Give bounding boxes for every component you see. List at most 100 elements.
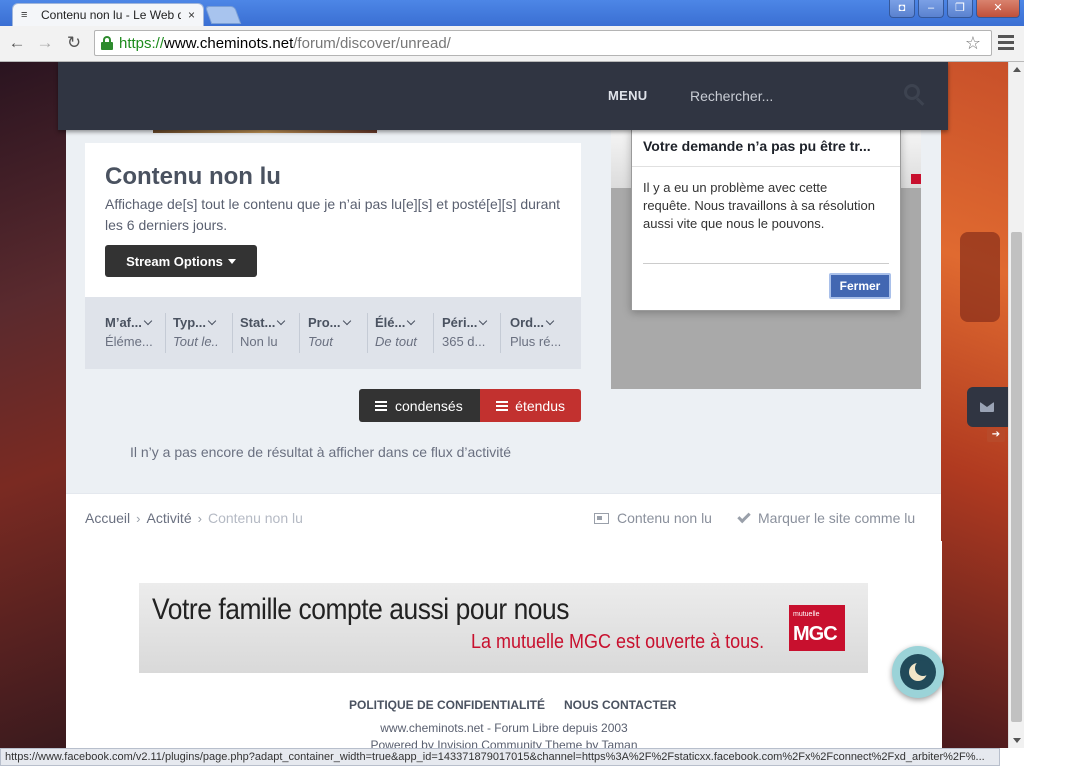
chevron-down-icon — [342, 316, 351, 326]
empty-state-message: Il n’y a pas encore de résultat à affich… — [130, 444, 512, 460]
chevron-right-icon: › — [197, 510, 202, 526]
search-icon[interactable] — [904, 84, 926, 106]
filter-provenance[interactable]: Pro... Tout — [308, 315, 351, 353]
scroll-down-icon[interactable] — [1013, 738, 1021, 743]
browser-menu-icon[interactable] — [998, 35, 1014, 51]
filter-value: Non lu — [240, 334, 278, 349]
chevron-down-icon — [479, 316, 488, 326]
filter-divider — [367, 313, 368, 353]
mark-site-read-link[interactable]: Marquer le site comme lu — [737, 509, 916, 526]
dialog-message: Il y a eu un problème avec cette requête… — [643, 180, 875, 231]
condensed-label: condensés — [395, 397, 463, 414]
url-path: /forum/discover/unread/ — [293, 34, 451, 52]
dialog-divider — [632, 166, 900, 167]
list-icon — [375, 400, 387, 411]
filter-value: De tout — [375, 334, 417, 349]
header-banner-edge — [153, 130, 377, 133]
browser-toolbar: ← → ↻ https://www.cheminots.net/forum/di… — [0, 26, 1024, 62]
chevron-down-icon — [143, 316, 153, 326]
filter-divider — [299, 313, 300, 353]
tab-close-icon[interactable]: × — [188, 8, 195, 22]
minimize-button[interactable]: – — [918, 0, 944, 18]
filter-value: Éléme... — [105, 334, 153, 349]
chevron-down-icon — [545, 316, 555, 326]
forward-arrow-icon[interactable]: → — [34, 32, 56, 54]
filter-mafficher[interactable]: M’af... Éléme... — [105, 315, 153, 353]
filter-value: Tout — [308, 334, 333, 349]
widget-image-right — [901, 130, 921, 188]
filter-elements[interactable]: Élé... De tout — [375, 315, 417, 353]
chevron-down-icon — [277, 316, 286, 326]
breadcrumb: Accueil › Activité › Contenu non lu — [85, 510, 303, 526]
filter-value: Tout le.. — [173, 334, 219, 349]
filter-bar: M’af... Éléme... Typ... Tout le.. Stat..… — [85, 297, 581, 369]
footer-links: POLITIQUE DE CONFIDENTIALITÉ NOUS CONTAC… — [349, 698, 676, 712]
bookmark-star-icon[interactable]: ☆ — [965, 33, 981, 54]
footer: Votre famille compte aussi pour nous La … — [66, 541, 942, 748]
filter-type[interactable]: Typ... Tout le.. — [173, 315, 219, 353]
newspaper-icon — [594, 512, 609, 524]
address-bar[interactable]: https://www.cheminots.net/forum/discover… — [94, 30, 992, 56]
unread-content-label: Contenu non lu — [617, 510, 712, 526]
new-tab-button[interactable] — [204, 6, 242, 24]
filter-divider — [500, 313, 501, 353]
blank-margin — [1024, 0, 1080, 768]
stream-options-button[interactable]: Stream Options — [105, 245, 257, 277]
envelope-icon — [980, 402, 994, 412]
filter-divider — [433, 313, 434, 353]
advertisement-banner[interactable]: Votre famille compte aussi pour nous La … — [139, 583, 868, 673]
close-window-button[interactable]: ✕ — [976, 0, 1020, 18]
site-navbar: MENU Rechercher... — [58, 62, 948, 130]
filter-periode[interactable]: Péri... 365 d... — [442, 315, 488, 353]
dark-mode-toggle[interactable] — [892, 646, 944, 698]
background-decoration — [960, 232, 1000, 322]
unread-content-card: Contenu non lu Affichage de[s] tout le c… — [85, 143, 581, 369]
ad-headline: Votre famille compte aussi pour nous — [152, 593, 570, 626]
error-dialog: Votre demande n’a pas pu être tr... Il y… — [631, 127, 901, 311]
ad-subline: La mutuelle MGC est ouverte à tous. — [471, 631, 765, 653]
page-scrollbar[interactable] — [1008, 62, 1024, 748]
widget-image-left — [611, 130, 631, 188]
site-favicon-icon: ≡ — [21, 9, 28, 21]
breadcrumb-current: Contenu non lu — [207, 510, 303, 526]
browser-tab[interactable]: ≡ Contenu non lu - Le Web des × — [12, 3, 204, 26]
back-arrow-icon[interactable]: ← — [6, 32, 28, 54]
search-input[interactable]: Rechercher... — [690, 88, 773, 104]
messages-tab[interactable] — [967, 387, 1008, 427]
filter-divider — [232, 313, 233, 353]
tab-title: Contenu non lu - Le Web des — [41, 8, 181, 22]
check-icon — [737, 509, 751, 524]
page-viewport: Contenu non lu Affichage de[s] tout le c… — [0, 62, 1008, 748]
dialog-close-button[interactable]: Fermer — [829, 273, 891, 299]
expanded-view-button[interactable]: étendus — [480, 389, 581, 422]
chevron-down-icon — [207, 316, 217, 326]
restore-button[interactable]: ❐ — [947, 0, 973, 18]
reload-icon[interactable]: ↻ — [63, 32, 85, 54]
contact-link[interactable]: NOUS CONTACTER — [564, 698, 676, 712]
mark-read-label: Marquer le site comme lu — [758, 510, 916, 526]
filter-label: Péri... — [442, 315, 478, 330]
user-profile-button[interactable]: ◘ — [889, 0, 915, 18]
filter-label: Stat... — [240, 315, 276, 330]
filter-statut[interactable]: Stat... Non lu — [240, 315, 286, 353]
bars-icon — [496, 400, 508, 411]
filter-label: Ord... — [510, 315, 544, 330]
breadcrumb-bar: Accueil › Activité › Contenu non lu Cont… — [66, 493, 941, 541]
privacy-policy-link[interactable]: POLITIQUE DE CONFIDENTIALITÉ — [349, 698, 545, 712]
chevron-right-icon: › — [136, 510, 141, 526]
title-bar: ≡ Contenu non lu - Le Web des × ◘ – ❐ ✕ — [0, 0, 1024, 26]
arrow-right-icon[interactable]: ➔ — [987, 428, 1005, 442]
filter-label: Typ... — [173, 315, 206, 330]
breadcrumb-home[interactable]: Accueil — [85, 510, 130, 526]
condensed-view-button[interactable]: condensés — [359, 389, 480, 422]
scrollbar-thumb[interactable] — [1011, 232, 1022, 722]
unread-content-link[interactable]: Contenu non lu — [594, 510, 712, 526]
background-art-left — [0, 62, 66, 748]
breadcrumb-activity[interactable]: Activité — [146, 510, 191, 526]
menu-button[interactable]: MENU — [608, 88, 647, 103]
filter-ordre[interactable]: Ord... Plus ré... — [510, 315, 561, 353]
filter-value: Plus ré... — [510, 334, 562, 349]
filter-label: Pro... — [308, 315, 341, 330]
scroll-up-icon[interactable] — [1013, 67, 1021, 72]
expanded-label: étendus — [515, 397, 565, 414]
